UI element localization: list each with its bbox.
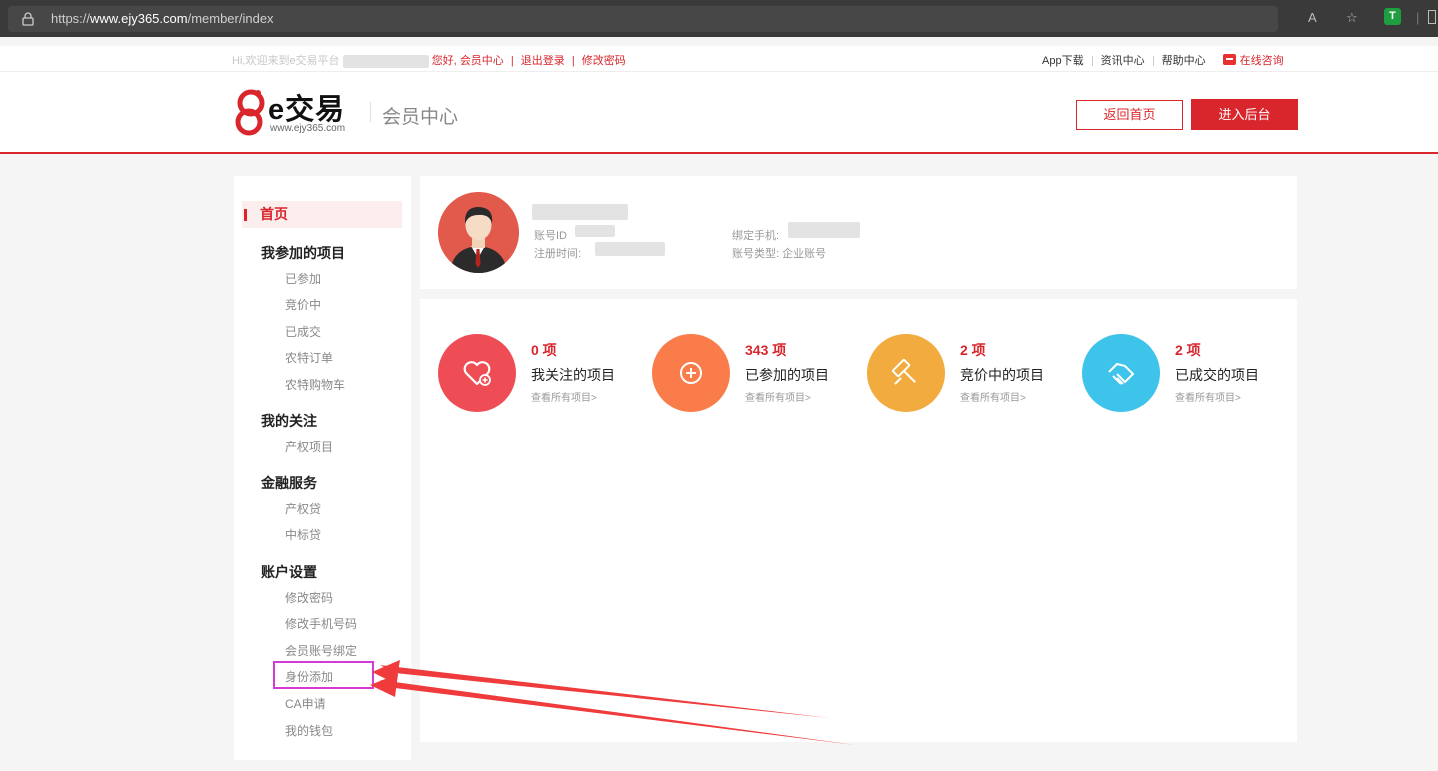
favorite-star-icon[interactable]: ☆: [1346, 10, 1358, 26]
sidebar-item-ca-apply[interactable]: CA申请: [285, 695, 326, 712]
blurred-user-name: [532, 204, 628, 220]
stat-title: 我关注的项目: [531, 367, 615, 383]
browser-actions: A ☆ T |: [1288, 6, 1438, 32]
top-info-bar: Hi,欢迎来到e交易平台 您好, 会员中心 | 退出登录 | 修改密码 App下…: [0, 46, 1438, 72]
sidebar-group-follow: 我的关注: [261, 413, 317, 429]
sidebar-group-projects: 我参加的项目: [261, 245, 345, 261]
stat-title: 已成交的项目: [1175, 367, 1259, 383]
sidebar-item-special-orders[interactable]: 农特订单: [285, 349, 333, 366]
logo-url: www.ejy365.com: [270, 123, 346, 134]
stat-bidding-projects[interactable]: 2 项 竞价中的项目 查看所有项目>: [867, 334, 1077, 414]
sidebar-item-dealt[interactable]: 已成交: [285, 323, 321, 340]
blurred-username: [342, 54, 429, 68]
divider: [1214, 56, 1215, 66]
stat-count: 2 项: [960, 342, 986, 358]
blurred-register-time: [595, 242, 665, 256]
hello-text: 您好,: [431, 55, 457, 67]
account-type-label: 账号类型:: [732, 248, 780, 260]
stat-followed-projects[interactable]: 0 项 我关注的项目 查看所有项目>: [438, 334, 648, 414]
plus-circle-icon: [680, 362, 702, 384]
sidebar-group-account: 账户设置: [261, 564, 317, 580]
app-download-link[interactable]: App下载: [1042, 55, 1084, 67]
account-id-label: 账号ID: [534, 230, 567, 242]
welcome-text: Hi,欢迎来到e交易平台: [232, 55, 340, 67]
stat-joined-projects[interactable]: 343 项 已参加的项目 查看所有项目>: [652, 334, 862, 414]
lock-icon: [22, 12, 34, 26]
gavel-icon: [891, 358, 916, 385]
stat-icon-circle: [652, 334, 730, 412]
stat-icon-circle: [867, 334, 945, 412]
stat-title: 已参加的项目: [745, 367, 829, 383]
logo-divider: [370, 102, 371, 122]
bound-phone-label: 绑定手机:: [732, 230, 780, 242]
stats-panel: 0 项 我关注的项目 查看所有项目> 343 项 已参加的项目 查看所有项目> …: [420, 299, 1297, 742]
view-all-link[interactable]: 查看所有项目>: [745, 389, 811, 404]
change-password-link[interactable]: 修改密码: [582, 55, 626, 67]
sidebar-group-finance: 金融服务: [261, 475, 317, 491]
sidebar-item-bidding[interactable]: 竞价中: [285, 296, 321, 313]
stat-count: 2 项: [1175, 342, 1201, 358]
stat-count: 0 项: [531, 342, 557, 358]
sidebar-item-bid-loan[interactable]: 中标贷: [285, 526, 321, 543]
help-center-link[interactable]: 帮助中心: [1162, 55, 1206, 67]
stat-icon-circle: [1082, 334, 1160, 412]
sidebar-item-home[interactable]: 首页: [242, 201, 402, 228]
page-title: 会员中心: [382, 107, 459, 128]
sidebar-item-special-cart[interactable]: 农特购物车: [285, 376, 345, 393]
account-type: 账号类型: 企业账号: [732, 245, 826, 261]
stat-dealt-projects[interactable]: 2 项 已成交的项目 查看所有项目>: [1082, 334, 1292, 414]
user-greeting: Hi,欢迎来到e交易平台 您好, 会员中心 | 退出登录 | 修改密码: [232, 52, 626, 68]
enter-admin-button[interactable]: 进入后台: [1191, 99, 1298, 130]
toolbar-divider: |: [1416, 10, 1420, 25]
sidebar-item-bind-account[interactable]: 会员账号绑定: [285, 642, 357, 659]
url-text: https://www.ejy365.com/member/index: [51, 11, 274, 26]
top-links: App下载 资讯中心 帮助中心 在线咨询: [1042, 52, 1284, 68]
logo-text[interactable]: e交易: [268, 86, 345, 128]
view-all-link[interactable]: 查看所有项目>: [960, 389, 1026, 404]
sidebar-item-change-password[interactable]: 修改密码: [285, 589, 333, 606]
news-center-link[interactable]: 资讯中心: [1101, 55, 1145, 67]
member-center-link[interactable]: 会员中心: [460, 55, 504, 67]
profile-card: 账号ID 注册时间: 绑定手机: 账号类型: 企业账号: [420, 176, 1297, 289]
read-aloud-icon[interactable]: A: [1308, 10, 1317, 25]
stat-title: 竞价中的项目: [960, 367, 1044, 383]
divider: [1152, 56, 1154, 67]
blurred-phone: [788, 222, 860, 238]
sidebar-toggle-icon[interactable]: [1428, 10, 1436, 24]
extension-icon[interactable]: T: [1384, 8, 1401, 25]
user-avatar-icon: [438, 192, 519, 273]
stat-count: 343 项: [745, 342, 787, 358]
account-type-value: 企业账号: [782, 248, 827, 260]
logo-icon[interactable]: [232, 85, 268, 137]
view-all-link[interactable]: 查看所有项目>: [1175, 389, 1241, 404]
sidebar-item-joined[interactable]: 已参加: [285, 270, 321, 287]
logout-link[interactable]: 退出登录: [521, 55, 565, 67]
stat-icon-circle: [438, 334, 516, 412]
browser-toolbar: https://www.ejy365.com/member/index A ☆ …: [0, 0, 1438, 37]
blurred-account-id: [575, 225, 615, 237]
sidebar-item-property-projects[interactable]: 产权项目: [285, 438, 333, 455]
sidebar-item-change-phone[interactable]: 修改手机号码: [285, 615, 357, 632]
register-time-label: 注册时间:: [534, 248, 582, 260]
separator: |: [510, 55, 514, 67]
sidebar-item-property-loan[interactable]: 产权贷: [285, 500, 321, 517]
separator: |: [571, 55, 575, 67]
online-consult-label: 在线咨询: [1239, 55, 1284, 67]
heart-plus-icon: [463, 361, 491, 386]
avatar[interactable]: [438, 192, 519, 273]
address-bar[interactable]: https://www.ejy365.com/member/index: [8, 6, 1278, 32]
sidebar-item-wallet[interactable]: 我的钱包: [285, 722, 333, 739]
annotation-highlight-box: [273, 661, 374, 689]
divider: [1091, 56, 1093, 67]
back-home-button[interactable]: 返回首页: [1076, 100, 1183, 130]
chat-icon: [1222, 54, 1236, 65]
handshake-icon: [1108, 363, 1134, 385]
online-consult-link[interactable]: 在线咨询: [1222, 54, 1284, 67]
view-all-link[interactable]: 查看所有项目>: [531, 389, 597, 404]
